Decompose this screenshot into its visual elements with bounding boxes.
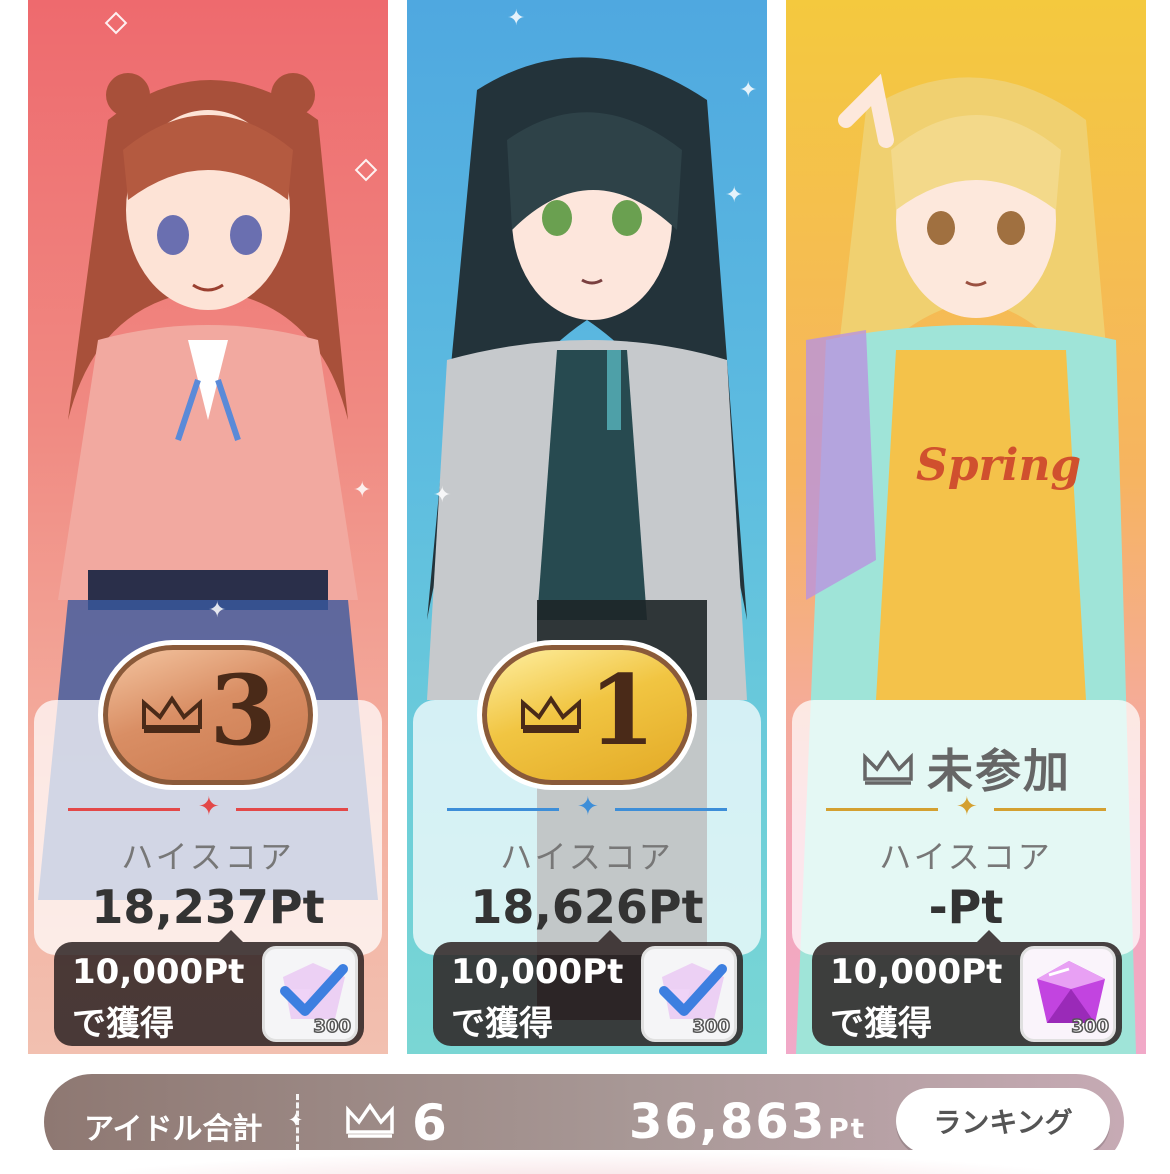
reward-caption: で獲得: [830, 1004, 932, 1044]
event-result-screen: ✦ ✦ 3 ✦ ハイスコア 18,237Pt 10,000Pt で獲得 300 …: [0, 0, 1170, 1174]
background-decoration: [0, 1150, 1170, 1174]
check-icon: [659, 964, 727, 1016]
idol-card-1[interactable]: ✦ ✦ 3 ✦ ハイスコア 18,237Pt 10,000Pt で獲得 300: [28, 0, 388, 1054]
reward-caption: で獲得: [451, 1004, 553, 1044]
total-points: 36,863Pt: [629, 1094, 867, 1150]
ranking-button[interactable]: ランキング: [896, 1088, 1110, 1154]
sparkle-icon: ✦: [353, 478, 372, 503]
reward-threshold: 10,000Pt: [72, 952, 245, 992]
highscore-value: -Pt: [928, 880, 1004, 934]
sparkle-icon: ✦: [433, 483, 452, 508]
crown-icon: [863, 749, 913, 785]
reward-item: 300: [262, 946, 358, 1042]
highscore-label: ハイスコア: [500, 838, 674, 876]
idol-card-2[interactable]: ✦ ✦ ✦ ✦ 1 ✦ ハイスコア 18,626Pt 10,000Pt で獲得: [407, 0, 767, 1054]
sparkle-icon: ✦: [288, 1110, 304, 1131]
highscore-label: ハイスコア: [121, 838, 295, 876]
crown-icon: [346, 1102, 394, 1138]
reward-banner[interactable]: 10,000Pt で獲得 300: [812, 930, 1122, 1046]
sparkle-icon: ✦: [507, 6, 526, 31]
rank-number: 3: [209, 654, 277, 767]
check-icon: [280, 964, 348, 1016]
highscore-value: 18,237Pt: [91, 880, 325, 934]
rank-medal: 3: [98, 640, 318, 790]
crown-icon: [520, 695, 581, 733]
reward-amount: 300: [313, 1015, 352, 1038]
reward-amount: 300: [1071, 1015, 1110, 1038]
svg-text:Spring: Spring: [916, 440, 1081, 491]
reward-threshold: 10,000Pt: [451, 952, 624, 992]
sparkle-icon: ✦: [725, 183, 744, 208]
highscore-value: 18,626Pt: [470, 880, 704, 934]
idol-card-3[interactable]: Spring 未参加 ✦ ハイスコア -Pt 10,000Pt で獲得 300: [786, 0, 1146, 1054]
not-joined-label: 未参加: [927, 744, 1071, 798]
reward-item: 300: [1020, 946, 1116, 1042]
divider: ✦: [407, 794, 767, 820]
rank-medal: 1: [477, 640, 697, 790]
reward-caption: で獲得: [72, 1004, 174, 1044]
reward-item: 300: [641, 946, 737, 1042]
rank-number: 1: [588, 654, 656, 767]
crown-count: 6: [412, 1094, 447, 1152]
sparkle-icon: ✦: [208, 598, 227, 623]
reward-threshold: 10,000Pt: [830, 952, 1003, 992]
sparkle-icon: ✦: [739, 78, 758, 103]
divider: ✦: [786, 794, 1146, 820]
reward-amount: 300: [692, 1015, 731, 1038]
divider: ✦: [28, 794, 388, 820]
reward-banner[interactable]: 10,000Pt で獲得 300: [54, 930, 364, 1046]
crown-icon: [141, 695, 202, 733]
highscore-label: ハイスコア: [879, 838, 1053, 876]
total-label: アイドル合計: [84, 1112, 263, 1147]
reward-banner[interactable]: 10,000Pt で獲得 300: [433, 930, 743, 1046]
